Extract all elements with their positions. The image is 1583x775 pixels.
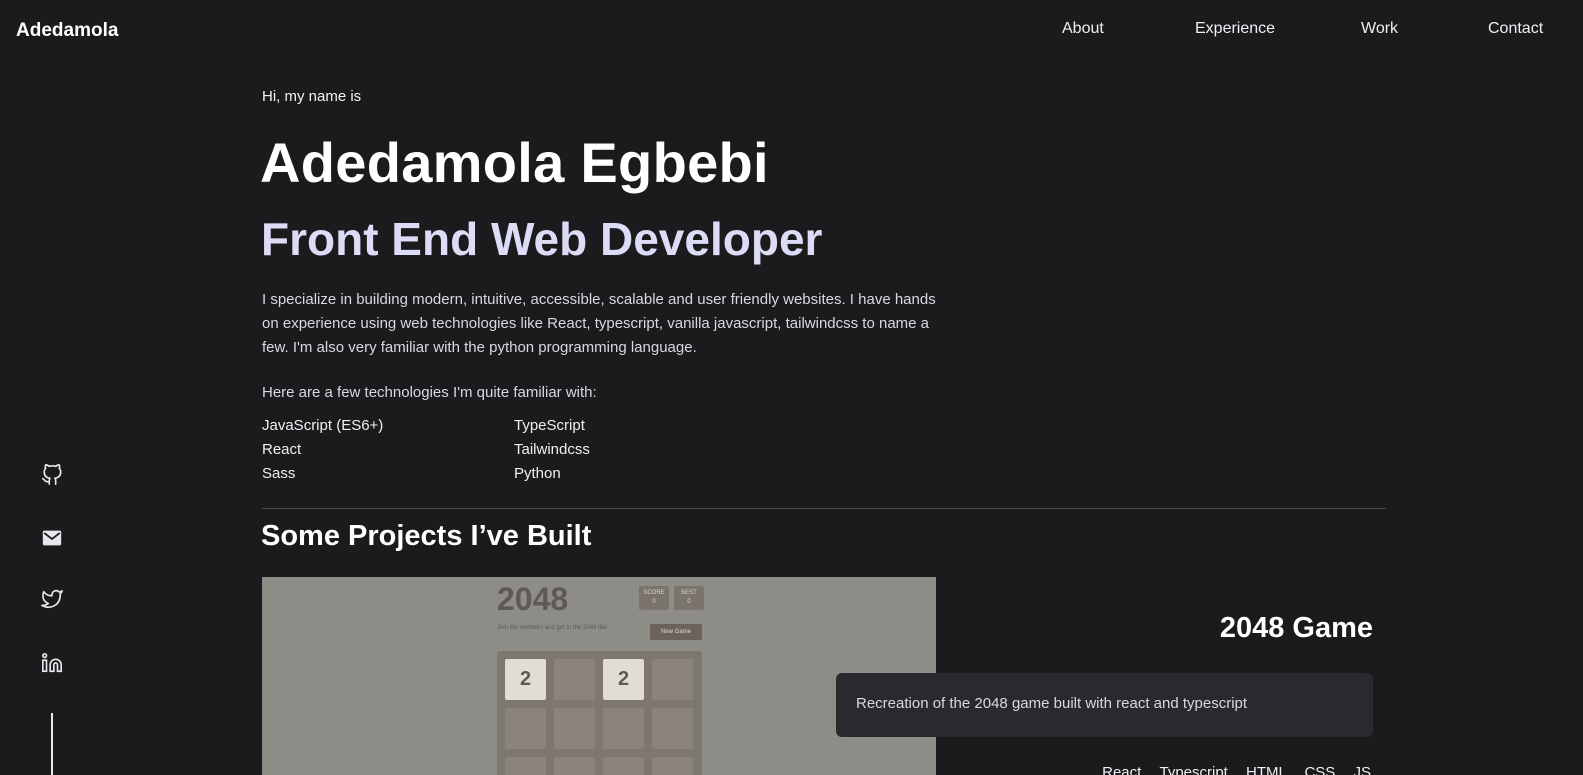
preview-board: 2 2 xyxy=(497,651,702,775)
rail-line xyxy=(51,713,53,775)
project-tag: JS xyxy=(1353,764,1371,775)
tech-list: JavaScript (ES6+) TypeScript React Tailw… xyxy=(262,415,682,484)
preview-score-label: SCORE xyxy=(643,590,665,596)
project-tags: React Typescript HTML CSS JS xyxy=(1088,764,1371,775)
project-tag: CSS xyxy=(1304,764,1336,775)
twitter-icon[interactable] xyxy=(40,587,64,611)
hero-bio: I specialize in building modern, intuiti… xyxy=(262,291,936,356)
preview-tile xyxy=(652,708,693,749)
preview-tile xyxy=(554,757,595,775)
project-tag: HTML xyxy=(1246,764,1287,775)
preview-tile: 2 xyxy=(505,659,546,700)
tech-item: Tailwindcss xyxy=(514,441,590,458)
preview-tile xyxy=(554,659,595,700)
greeting: Hi, my name is xyxy=(262,88,362,105)
preview-tile xyxy=(603,757,644,775)
preview-tile xyxy=(505,757,546,775)
project-title[interactable]: 2048 Game xyxy=(1220,612,1373,645)
project-tag: React xyxy=(1102,764,1142,775)
preview-new-game: New Game xyxy=(650,624,702,640)
nav-work[interactable]: Work xyxy=(1361,20,1398,38)
tech-intro: Here are a few technologies I'm quite fa… xyxy=(262,384,597,401)
preview-tile xyxy=(554,708,595,749)
projects-heading: Some Projects I’ve Built xyxy=(261,520,592,552)
preview-best: BEST 0 xyxy=(674,586,704,610)
preview-tile xyxy=(505,708,546,749)
preview-tile xyxy=(652,757,693,775)
preview-tile: 2 xyxy=(603,659,644,700)
mail-icon[interactable] xyxy=(40,526,64,550)
portfolio-page: Adedamola About Experience Work Contact … xyxy=(0,0,1583,775)
preview-best-value: 0 xyxy=(687,599,691,605)
hero-role: Front End Web Developer xyxy=(261,213,823,265)
nav-contact[interactable]: Contact xyxy=(1488,20,1543,38)
main-nav: About Experience Work Contact xyxy=(0,20,1583,44)
tech-item: JavaScript (ES6+) xyxy=(262,417,384,434)
preview-tile xyxy=(652,659,693,700)
linkedin-icon[interactable] xyxy=(40,651,64,675)
project-description: Recreation of the 2048 game built with r… xyxy=(836,673,1373,737)
nav-experience[interactable]: Experience xyxy=(1195,20,1275,38)
github-icon[interactable] xyxy=(40,463,64,487)
nav-about[interactable]: About xyxy=(1062,20,1104,38)
preview-score-value: 0 xyxy=(652,599,656,605)
preview-score: SCORE 0 xyxy=(639,586,669,610)
section-divider xyxy=(262,508,1386,509)
preview-subtitle: Join the numbers and get to the 2048 til… xyxy=(497,625,608,631)
tech-item: TypeScript xyxy=(514,417,585,434)
tech-item: React xyxy=(262,441,302,458)
preview-tile xyxy=(603,708,644,749)
preview-best-label: BEST xyxy=(681,590,697,596)
tech-item: Sass xyxy=(262,465,296,482)
preview-title: 2048 xyxy=(497,581,569,617)
project-tag: Typescript xyxy=(1159,764,1228,775)
project-preview-image[interactable]: 2048 SCORE 0 BEST 0 Join the numbers and… xyxy=(262,577,936,775)
hero-name: Adedamola Egbebi xyxy=(260,131,769,194)
tech-item: Python xyxy=(514,465,561,482)
